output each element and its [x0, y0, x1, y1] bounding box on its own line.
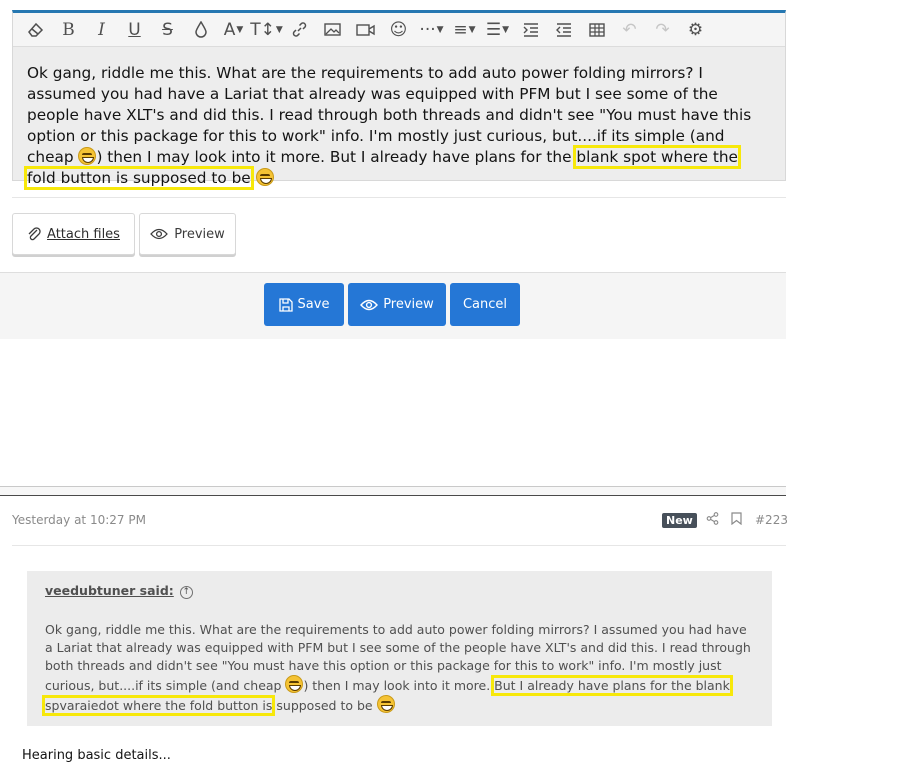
- quote-author-label: veedubtuner said:: [45, 583, 174, 598]
- smilie-icon[interactable]: ☺: [382, 15, 415, 45]
- grin-emoji-icon: [255, 168, 274, 186]
- divider: [12, 197, 786, 198]
- preview-button[interactable]: Preview: [348, 283, 446, 326]
- eye-icon: [360, 299, 379, 310]
- bookmark-icon[interactable]: [731, 512, 742, 529]
- quote-text: Ok gang, riddle me this. What are the re…: [42, 621, 755, 716]
- attach-files-label: Attach files: [47, 226, 120, 242]
- font-size-icon[interactable]: T↕ ▼: [250, 15, 283, 45]
- undo-icon[interactable]: ↶: [613, 15, 646, 45]
- divider: [12, 545, 786, 546]
- editor-text-middle: ) then I may look into it more. But I al…: [96, 148, 577, 166]
- quote-text-after: supposed to be: [272, 698, 377, 713]
- eraser-icon[interactable]: [19, 15, 52, 45]
- outdent-icon[interactable]: [547, 15, 580, 45]
- indent-icon[interactable]: [514, 15, 547, 45]
- cancel-button[interactable]: Cancel: [450, 283, 520, 326]
- rich-text-editor[interactable]: B I U S A ▼ T↕ ▼ ☺ ··· ▼ ≡ ▼ ☰ ▼ ↶ ↷ ⚙ Ok gan…: [12, 10, 786, 190]
- post-timestamp[interactable]: Yesterday at 10:27 PM: [12, 513, 146, 527]
- save-icon: [278, 297, 293, 312]
- align-icon[interactable]: ≡ ▼: [448, 15, 481, 45]
- media-icon[interactable]: [349, 15, 382, 45]
- cancel-label: Cancel: [462, 297, 508, 312]
- redo-icon[interactable]: ↷: [646, 15, 679, 45]
- arrow-up-circle-icon[interactable]: ↑: [179, 586, 193, 599]
- eye-icon: [150, 228, 169, 240]
- attach-files-button[interactable]: Attach files: [12, 213, 135, 255]
- editor-content[interactable]: Ok gang, riddle me this. What are the re…: [13, 47, 785, 190]
- more-icon[interactable]: ··· ▼: [415, 15, 448, 45]
- editor-toolbar: B I U S A ▼ T↕ ▼ ☺ ··· ▼ ≡ ▼ ☰ ▼ ↶ ↷ ⚙: [13, 13, 785, 47]
- preview-toggle-button[interactable]: Preview: [139, 213, 236, 255]
- share-icon[interactable]: [706, 512, 719, 529]
- text-color-icon[interactable]: [184, 15, 217, 45]
- font-family-icon[interactable]: A ▼: [217, 15, 250, 45]
- post-number[interactable]: #223: [755, 513, 788, 527]
- underline-icon[interactable]: U: [118, 15, 151, 45]
- preview-label: Preview: [383, 297, 434, 312]
- save-button[interactable]: Save: [264, 283, 344, 326]
- section-separator: [0, 486, 786, 496]
- new-badge: New: [662, 513, 697, 528]
- quote-block: veedubtuner said: ↑ Ok gang, riddle me th…: [27, 571, 772, 726]
- grin-emoji-icon: [376, 695, 395, 713]
- table-icon[interactable]: [580, 15, 613, 45]
- paperclip-icon: [28, 227, 41, 241]
- image-icon[interactable]: [316, 15, 349, 45]
- italic-icon[interactable]: I: [85, 15, 118, 45]
- link-icon[interactable]: [283, 15, 316, 45]
- quote-text-middle: ) then I may look into it more.: [303, 678, 495, 693]
- bold-icon[interactable]: B: [52, 15, 85, 45]
- grin-emoji-icon: [285, 675, 304, 693]
- grin-emoji-icon: [78, 147, 97, 165]
- settings-icon[interactable]: ⚙: [679, 15, 712, 45]
- strikethrough-icon[interactable]: S: [151, 15, 184, 45]
- list-icon[interactable]: ☰ ▼: [481, 15, 514, 45]
- preview-toggle-label: Preview: [174, 226, 225, 242]
- quote-author[interactable]: veedubtuner said: ↑: [45, 583, 193, 599]
- save-label: Save: [297, 297, 330, 312]
